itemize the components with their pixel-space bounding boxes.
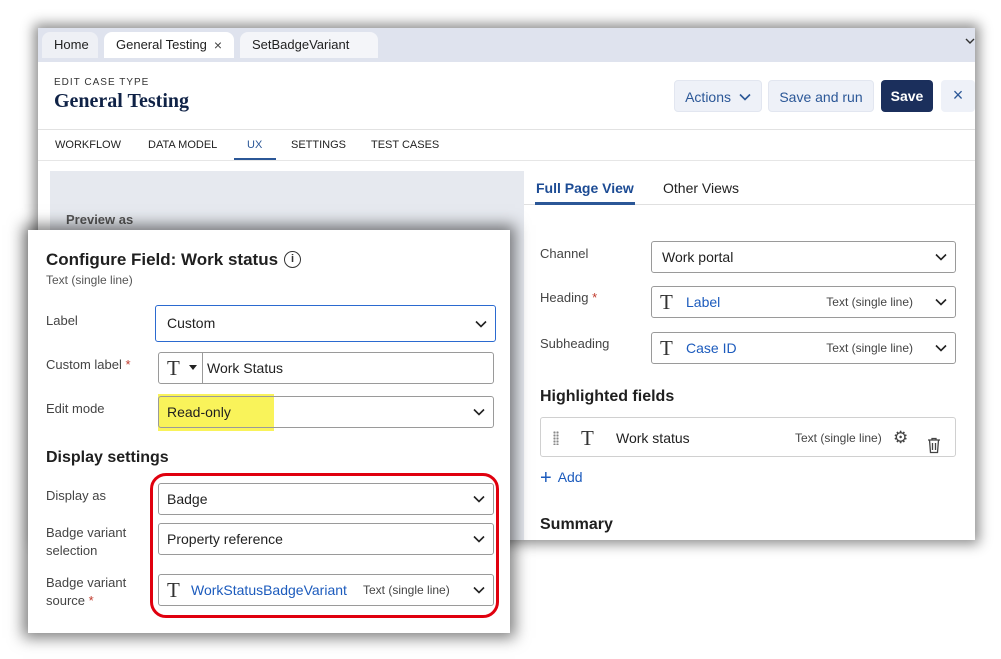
channel-label: Channel	[540, 246, 589, 261]
text-type-picker[interactable]: T	[159, 353, 203, 383]
badge-variant-selection-label-line1: Badge variant	[46, 525, 127, 540]
text-type-icon: T	[167, 356, 180, 380]
edit-mode-select[interactable]: Read-only	[158, 396, 494, 428]
tab-settings[interactable]: SETTINGS	[291, 139, 346, 151]
chevron-down-icon	[475, 320, 487, 328]
required-mark: *	[88, 593, 94, 608]
save-button[interactable]: Save	[881, 80, 933, 112]
channel-select[interactable]: Work portal	[651, 241, 956, 273]
close-icon[interactable]: ×	[941, 80, 975, 112]
text-type-icon: T	[660, 336, 673, 360]
badge-variant-selection-label: Badge variant selection	[46, 524, 126, 560]
label-select-value: Custom	[167, 315, 216, 331]
tab-other-views[interactable]: Other Views	[663, 180, 739, 196]
browser-tab-bar: Home General Testing × SetBadgeVariant	[38, 28, 975, 62]
required-mark: *	[125, 357, 131, 372]
highlighted-field-name: Work status	[616, 430, 690, 446]
label-field-label: Label	[46, 313, 78, 328]
display-settings-heading: Display settings	[46, 449, 169, 466]
trash-icon[interactable]	[927, 429, 941, 469]
tab-general-testing-label: General Testing	[116, 37, 207, 52]
save-and-run-button[interactable]: Save and run	[768, 80, 874, 112]
tab-ux[interactable]: UX	[247, 139, 262, 151]
tab-general-testing[interactable]: General Testing ×	[104, 32, 234, 58]
configure-field-modal: Configure Field: Work status i Text (sin…	[28, 230, 510, 633]
custom-label-field: T	[158, 352, 494, 384]
plus-icon: +	[540, 467, 552, 489]
actions-button[interactable]: Actions	[674, 80, 762, 112]
highlighted-field-row[interactable]: T Work status Text (single line) ⚙	[540, 417, 956, 457]
chevron-down-icon	[473, 408, 485, 416]
divider	[38, 160, 975, 161]
chevron-down-icon	[935, 344, 947, 352]
badge-variant-source-label-line2: source *	[46, 592, 126, 610]
add-highlighted-field-link[interactable]: + Add	[540, 467, 583, 490]
subheading-type: Text (single line)	[826, 341, 913, 355]
page-title: General Testing	[54, 90, 190, 112]
badge-variant-source-label: Badge variant source *	[46, 574, 126, 610]
modal-subtitle: Text (single line)	[46, 273, 133, 287]
stage: Home General Testing × SetBadgeVariant E…	[0, 0, 1001, 659]
info-icon[interactable]: i	[284, 251, 301, 268]
tab-setbadgevariant-label: SetBadgeVariant	[252, 37, 350, 52]
highlighted-fields-heading: Highlighted fields	[540, 388, 675, 405]
chevron-down-icon	[935, 298, 947, 306]
eyebrow-label: EDIT CASE TYPE	[54, 77, 150, 88]
required-mark: *	[592, 290, 598, 305]
text-type-icon: T	[660, 290, 673, 314]
subheading-label: Subheading	[540, 336, 610, 351]
actions-button-label: Actions	[685, 89, 732, 105]
display-as-label: Display as	[46, 488, 106, 503]
edit-mode-value: Read-only	[167, 404, 231, 420]
tab-home[interactable]: Home	[42, 32, 98, 58]
badge-variant-selection-label-line2: selection	[46, 543, 98, 558]
custom-label-label: Custom label *	[46, 356, 131, 374]
modal-title: Configure Field: Work status	[46, 250, 279, 269]
tab-setbadgevariant[interactable]: SetBadgeVariant	[240, 32, 378, 58]
drag-handle-icon[interactable]	[553, 431, 559, 445]
chevron-down-icon	[935, 253, 947, 261]
tab-overflow-chevron-icon[interactable]	[965, 34, 975, 48]
edit-mode-label: Edit mode	[46, 401, 105, 416]
chevron-down-icon	[739, 93, 751, 101]
label-select[interactable]: Custom	[155, 305, 496, 342]
tab-workflow[interactable]: WORKFLOW	[55, 139, 121, 151]
heading-label: Heading *	[540, 290, 597, 305]
caret-down-icon	[189, 365, 197, 370]
divider	[38, 129, 975, 130]
add-label: Add	[557, 469, 583, 485]
subheading-value: Case ID	[686, 340, 737, 356]
tab-full-page-view[interactable]: Full Page View	[536, 180, 634, 196]
tab-data-model[interactable]: DATA MODEL	[148, 139, 217, 151]
gear-icon[interactable]: ⚙	[893, 429, 908, 446]
heading-type: Text (single line)	[826, 295, 913, 309]
tab-test-cases[interactable]: TEST CASES	[371, 139, 439, 151]
badge-variant-source-label-text: source	[46, 593, 86, 608]
text-type-icon: T	[581, 426, 594, 450]
badge-variant-source-label-line1: Badge variant	[46, 575, 127, 590]
heading-value: Label	[686, 294, 721, 310]
heading-select[interactable]: T Label Text (single line)	[651, 286, 956, 318]
custom-label-input[interactable]	[207, 353, 487, 383]
tab-home-label: Home	[54, 37, 89, 52]
summary-heading: Summary	[540, 516, 613, 533]
custom-label-text: Custom label	[46, 357, 122, 372]
preview-as-label: Preview as	[66, 212, 134, 227]
channel-value: Work portal	[662, 249, 734, 265]
annotation-highlight-ring	[150, 473, 499, 618]
subheading-select[interactable]: T Case ID Text (single line)	[651, 332, 956, 364]
heading-label-text: Heading	[540, 290, 589, 305]
highlighted-field-type: Text (single line)	[795, 431, 882, 445]
active-view-indicator	[535, 202, 635, 205]
close-tab-icon[interactable]: ×	[214, 32, 222, 58]
